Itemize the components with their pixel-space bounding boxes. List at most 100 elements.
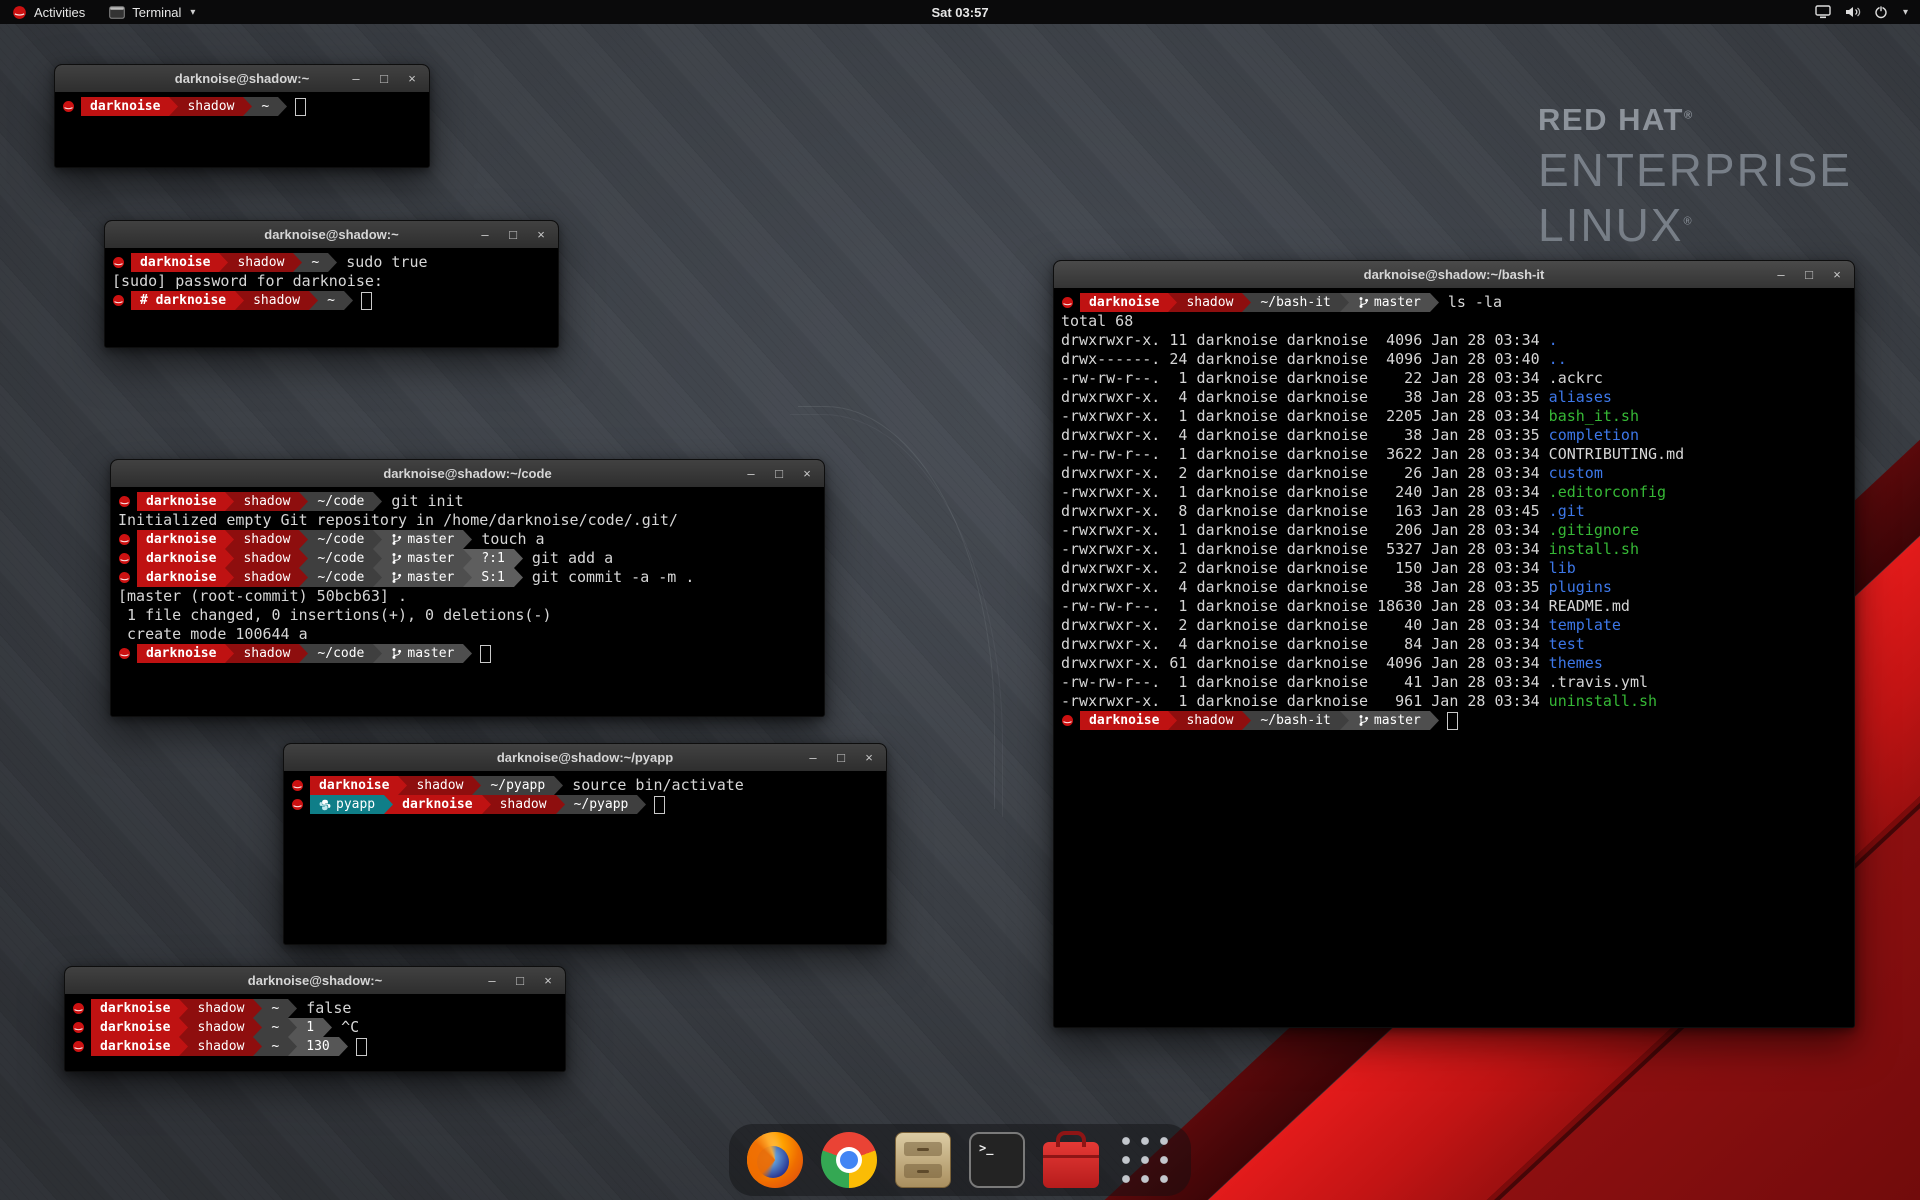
prompt-segment-path: ~/bash-it — [1251, 293, 1339, 312]
minimize-button[interactable]: – — [806, 751, 820, 765]
terminal-body[interactable]: darknoiseshadow~/bash-itmasterls -latota… — [1054, 288, 1854, 1027]
window-titlebar[interactable]: darknoise@shadow:~/code–□ × — [111, 460, 824, 488]
file-list-row: -rw-rw-r--. 1 darknoise darknoise 22 Jan… — [1061, 369, 1847, 388]
minimize-button[interactable]: – — [744, 467, 758, 481]
software-toolbox-icon — [1043, 1142, 1099, 1188]
file-name: CONTRIBUTING.md — [1549, 445, 1684, 463]
file-name: .git — [1549, 502, 1585, 520]
close-button[interactable]: × — [800, 467, 814, 481]
volume-icon[interactable] — [1844, 5, 1861, 19]
terminal-output-line: create mode 100644 a — [118, 625, 817, 644]
chevron-down-icon[interactable]: ▾ — [1903, 7, 1908, 18]
maximize-button[interactable]: □ — [513, 974, 527, 988]
powerline-separator-icon — [225, 492, 234, 511]
maximize-button[interactable]: □ — [1802, 268, 1816, 282]
close-button[interactable]: × — [534, 228, 548, 242]
prompt-segment-host: shadow — [234, 492, 299, 511]
app-menu-terminal[interactable]: Terminal ▾ — [97, 0, 207, 24]
window-title: darknoise@shadow:~/code — [111, 460, 824, 487]
powerline-separator-icon — [225, 530, 234, 549]
powerline-separator-icon — [384, 795, 393, 814]
window-titlebar[interactable]: darknoise@shadow:~–□× — [55, 65, 429, 93]
terminal-window-4: darknoise@shadow:~/pyapp–□×darknoiseshad… — [283, 743, 887, 945]
close-button[interactable]: × — [1830, 268, 1844, 282]
powerline-separator-icon — [1430, 293, 1439, 312]
file-list-row: drwxrwxr-x. 4 darknoise darknoise 38 Jan… — [1061, 426, 1847, 445]
prompt-segment-user: darknoise — [81, 97, 169, 116]
maximize-button[interactable]: □ — [377, 72, 391, 86]
terminal-app-icon: >_ — [969, 1132, 1025, 1188]
activities-label: Activities — [34, 5, 85, 20]
dock-firefox-button[interactable] — [747, 1132, 803, 1188]
file-name: completion — [1549, 426, 1639, 444]
prompt-segment-user: darknoise — [137, 492, 225, 511]
window-titlebar[interactable]: darknoise@shadow:~–□× — [105, 221, 558, 249]
dock-software-button[interactable] — [1043, 1132, 1099, 1188]
maximize-button[interactable]: □ — [834, 751, 848, 765]
maximize-button[interactable]: □ — [772, 467, 786, 481]
prompt-segment-path: ~/bash-it — [1251, 711, 1339, 730]
file-list-row: drwxrwxr-x. 4 darknoise darknoise 84 Jan… — [1061, 635, 1847, 654]
powerline-separator-icon — [179, 999, 188, 1018]
powerline-separator-icon — [463, 530, 472, 549]
file-name: .. — [1549, 350, 1567, 368]
file-list-row: -rwxrwxr-x. 1 darknoise darknoise 5327 J… — [1061, 540, 1847, 559]
display-icon[interactable] — [1815, 5, 1831, 19]
file-name: install.sh — [1549, 540, 1639, 558]
prompt-segment-user: darknoise — [137, 568, 225, 587]
files-icon — [895, 1132, 951, 1188]
dock-show-applications-button[interactable] — [1117, 1132, 1173, 1188]
powerline-separator-icon — [309, 291, 318, 310]
dock-terminal-button[interactable]: >_ — [969, 1132, 1025, 1188]
file-list-row: drwxrwxr-x. 11 darknoise darknoise 4096 … — [1061, 331, 1847, 350]
clock[interactable]: Sat 03:57 — [0, 5, 1920, 20]
prompt-segment-host: shadow — [234, 530, 299, 549]
close-button[interactable]: × — [862, 751, 876, 765]
terminal-cursor — [480, 645, 491, 663]
minimize-button[interactable]: – — [1774, 268, 1788, 282]
redhat-prompt-icon — [72, 1021, 85, 1034]
firefox-icon — [747, 1132, 803, 1188]
terminal-prompt-line: darknoiseshadow~/pyappsource bin/activat… — [291, 776, 879, 795]
minimize-button[interactable]: – — [485, 974, 499, 988]
terminal-body[interactable]: darknoiseshadow~falsedarknoiseshadow~1^C… — [65, 994, 565, 1071]
dock-files-button[interactable] — [895, 1132, 951, 1188]
close-button[interactable]: × — [405, 72, 419, 86]
activities-button[interactable]: Activities — [0, 0, 97, 24]
python-icon — [319, 799, 331, 811]
terminal-body[interactable]: darknoiseshadow~ — [55, 92, 429, 167]
maximize-button[interactable]: □ — [506, 228, 520, 242]
powerline-separator-icon — [373, 568, 382, 587]
terminal-prompt-line: darknoiseshadow~130 — [72, 1037, 558, 1056]
window-titlebar[interactable]: darknoise@shadow:~/bash-it–□× — [1054, 261, 1854, 289]
terminal-output-line: 1 file changed, 0 insertions(+), 0 delet… — [118, 606, 817, 625]
minimize-button[interactable]: – — [349, 72, 363, 86]
powerline-separator-icon — [1168, 293, 1177, 312]
file-list-row: -rwxrwxr-x. 1 darknoise darknoise 961 Ja… — [1061, 692, 1847, 711]
powerline-separator-icon — [225, 644, 234, 663]
terminal-cursor — [295, 98, 306, 116]
window-titlebar[interactable]: darknoise@shadow:~–□× — [65, 967, 565, 995]
close-button[interactable]: × — [541, 974, 555, 988]
terminal-cursor — [356, 1038, 367, 1056]
terminal-cursor — [361, 292, 372, 310]
terminal-body[interactable]: darknoiseshadow~sudo true[sudo] password… — [105, 248, 558, 347]
prompt-segment-git: master — [1349, 711, 1430, 730]
window-titlebar[interactable]: darknoise@shadow:~/pyapp–□× — [284, 744, 886, 772]
powerline-separator-icon — [225, 549, 234, 568]
file-list-row: drwx------. 24 darknoise darknoise 4096 … — [1061, 350, 1847, 369]
command-text: git init — [391, 492, 463, 511]
minimize-button[interactable]: – — [478, 228, 492, 242]
redhat-prompt-icon — [72, 1040, 85, 1053]
terminal-body[interactable]: darknoiseshadow~/pyappsource bin/activat… — [284, 771, 886, 944]
powerline-separator-icon — [514, 568, 523, 587]
file-name: .ackrc — [1549, 369, 1603, 387]
prompt-segment-user: darknoise — [131, 253, 219, 272]
redhat-logo-icon — [12, 5, 27, 20]
dock-chrome-button[interactable] — [821, 1132, 877, 1188]
prompt-segment-user: darknoise — [137, 530, 225, 549]
power-icon[interactable] — [1874, 5, 1888, 19]
terminal-body[interactable]: darknoiseshadow~/codegit initInitialized… — [111, 487, 824, 716]
prompt-segment-host: shadow — [1177, 293, 1242, 312]
powerline-separator-icon — [225, 568, 234, 587]
